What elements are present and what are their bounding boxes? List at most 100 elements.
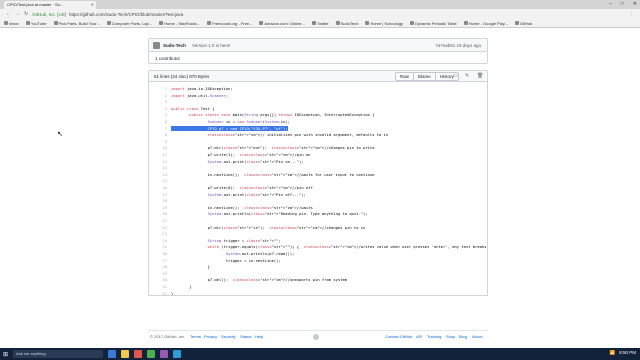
taskbar-app-icon[interactable] — [121, 350, 130, 358]
code-line: 14 in.nextLine(); class=class="str">"cm"… — [149, 172, 487, 179]
line-number[interactable]: 25 — [149, 244, 167, 251]
code-text: p7.dir(class="str">"out"); class=class="… — [171, 145, 375, 151]
footer-link-contact[interactable]: Contact GitHub — [385, 334, 412, 339]
minimize-icon[interactable]: – — [609, 1, 612, 7]
line-number[interactable]: 19 — [149, 205, 167, 212]
line-number[interactable]: 16 — [149, 185, 167, 192]
line-number[interactable]: 24 — [149, 238, 167, 245]
address-bar: ← → ↻ GitHub, Inc. [US] https://github.c… — [0, 9, 640, 19]
line-number[interactable]: 23 — [149, 231, 167, 238]
browser-tab[interactable]: CPIO/Test.java at master · Su... ✕ — [4, 1, 96, 9]
window-close-icon[interactable]: ✕ — [633, 1, 637, 7]
pencil-icon[interactable]: ✎ — [465, 73, 469, 79]
commit-meta[interactable]: 7a7eab81 19 days ago — [435, 43, 481, 48]
bookmark-item[interactable]: Home - Google Play... — [463, 21, 508, 26]
line-number[interactable]: 18 — [149, 198, 167, 205]
taskbar-app-icon[interactable] — [108, 350, 117, 358]
line-number[interactable]: 5 — [149, 112, 167, 119]
trash-icon[interactable]: 🗑 — [477, 73, 483, 79]
code-text: CPIO p7 = new CPIO("X3O-P7", "wf"); — [171, 125, 288, 133]
line-number[interactable]: 8 — [149, 132, 167, 139]
bookmark-item[interactable]: Computer Parts, Lap... — [106, 20, 153, 26]
raw-button[interactable]: Raw — [395, 72, 415, 81]
line-number[interactable]: 4 — [149, 106, 167, 113]
line-number[interactable]: 9 — [149, 139, 167, 146]
bookmark-item[interactable]: SudoTech — [335, 21, 358, 26]
taskbar-app-icon[interactable] — [134, 350, 143, 358]
clock[interactable]: 8:50 PM — [619, 350, 636, 356]
back-icon[interactable]: ← — [6, 11, 11, 17]
url-field[interactable]: https://github.com/Sudo-Tech/CPIO/blob/m… — [69, 12, 183, 17]
monitor-icon[interactable]: ▭ — [453, 73, 458, 79]
line-number[interactable]: 3 — [149, 99, 167, 106]
taskbar-app-icon[interactable] — [147, 350, 156, 358]
line-number[interactable]: 15 — [149, 178, 167, 185]
line-number[interactable]: 1 — [149, 86, 167, 93]
line-number[interactable]: 30 — [149, 277, 167, 284]
bookmark-item[interactable]: Home | Schoology — [365, 21, 403, 26]
bookmark-favicon-icon — [335, 21, 340, 25]
footer-link-status[interactable]: Status — [240, 334, 251, 339]
bookmark-label: Computer Parts, Lap... — [111, 20, 153, 26]
line-number[interactable]: 27 — [149, 258, 167, 265]
bookmark-item[interactable]: Inbox — [4, 21, 19, 26]
line-number[interactable]: 28 — [149, 264, 167, 271]
mouse-cursor-icon: ↖ — [57, 131, 63, 138]
menu-icon[interactable]: ⋮ — [629, 11, 634, 17]
bookmarks-bar: Inbox YouTube Pick Parts, Build Your... Com… — [0, 19, 640, 28]
footer-link-training[interactable]: Training — [427, 334, 441, 339]
code-text: System.out.println(class="str">"Reading … — [207, 211, 368, 217]
commit-author[interactable]: Sudo-Tech — [163, 43, 186, 48]
footer-link-about[interactable]: About — [472, 334, 482, 339]
code-line: 3 — [149, 99, 487, 106]
bookmark-item[interactable]: Dynamic Periodic Table — [410, 21, 457, 26]
github-logo-icon[interactable] — [313, 334, 319, 340]
secure-badge[interactable]: GitHub, Inc. [US] — [32, 12, 66, 17]
bookmark-item[interactable]: YouTube — [25, 21, 47, 26]
line-number[interactable]: 13 — [149, 165, 167, 172]
bookmark-item[interactable]: Freecourd.org - Free... — [207, 21, 252, 26]
footer-link-privacy[interactable]: Privacy — [204, 334, 217, 339]
bookmark-label: Amazon.com: Online... — [264, 20, 305, 26]
footer-link-blog[interactable]: Blog — [459, 334, 467, 339]
bookmark-item[interactable]: Amazon.com: Online... — [259, 20, 305, 26]
line-number[interactable]: 2 — [149, 93, 167, 100]
site-footer: © 2017 GitHub, Inc. Terms Privacy Securi… — [148, 330, 488, 340]
footer-link-security[interactable]: Security — [221, 334, 235, 339]
footer-link-shop[interactable]: Shop — [446, 334, 455, 339]
line-number[interactable]: 6 — [149, 119, 167, 126]
bookmark-item[interactable]: Twitter — [311, 21, 329, 26]
network-icon[interactable]: 📶 — [610, 350, 616, 356]
line-number[interactable]: 11 — [149, 152, 167, 159]
reload-icon[interactable]: ↻ — [24, 11, 28, 17]
bookmark-item[interactable]: GitHub — [514, 21, 532, 26]
line-number[interactable]: 22 — [149, 225, 167, 232]
commit-message[interactable]: Version 1.0 is here! — [192, 43, 231, 48]
line-number[interactable]: 29 — [149, 271, 167, 278]
line-number[interactable]: 20 — [149, 211, 167, 218]
footer-link-terms[interactable]: Terms — [190, 334, 201, 339]
bookmark-item[interactable]: Pick Parts, Build Your... — [53, 21, 100, 26]
taskbar-app-icon[interactable] — [160, 350, 169, 358]
windows-start-icon[interactable]: ⊞ — [3, 351, 8, 358]
contributors-count[interactable]: 1 contributor — [155, 56, 180, 61]
footer-link-help[interactable]: Help — [255, 334, 263, 339]
line-number[interactable]: 14 — [149, 172, 167, 179]
line-number[interactable]: 31 — [149, 284, 167, 291]
taskbar-app-icon[interactable] — [173, 350, 182, 358]
bookmark-item[interactable]: Home - StarRocks... — [159, 21, 200, 26]
taskbar-search[interactable]: Ask me anything — [13, 350, 104, 358]
forward-icon[interactable]: → — [15, 11, 20, 17]
blame-button[interactable]: Blame — [413, 72, 436, 81]
line-number[interactable]: 10 — [149, 145, 167, 152]
line-number[interactable]: 21 — [149, 218, 167, 225]
line-number[interactable]: 12 — [149, 159, 167, 166]
footer-link-api[interactable]: API — [416, 334, 422, 339]
avatar[interactable] — [153, 42, 160, 49]
maximize-icon[interactable]: □ — [621, 1, 624, 7]
line-number[interactable]: 32 — [149, 291, 167, 295]
line-number[interactable]: 7 — [149, 126, 167, 133]
line-number[interactable]: 17 — [149, 192, 167, 199]
tab-close-icon[interactable]: ✕ — [91, 1, 94, 9]
line-number[interactable]: 26 — [149, 251, 167, 258]
